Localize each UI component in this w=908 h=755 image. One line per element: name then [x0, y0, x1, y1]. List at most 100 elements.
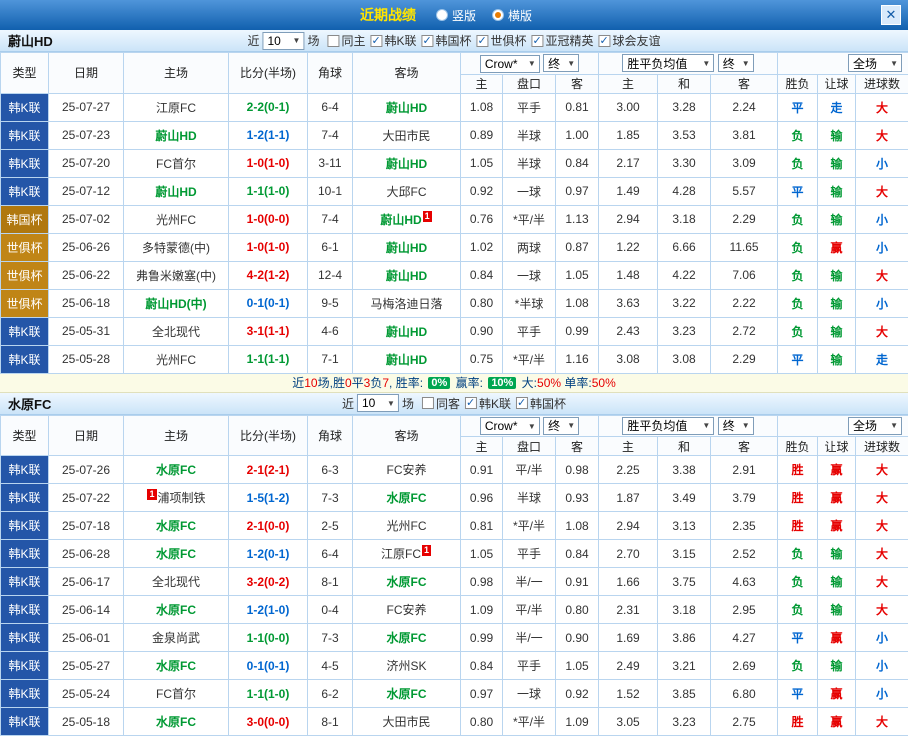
filter-checkbox-韩国杯[interactable]: 韩国杯 [422, 32, 472, 49]
col-date: 日期 [49, 415, 124, 456]
filter-checkbox-同主[interactable]: 同主 [327, 32, 365, 49]
cell-odds-home: 0.75 [461, 345, 503, 373]
match-row: 韩K联 25-07-18 水原FC 2-1(0-0) 2-5 光州FC 0.81… [1, 512, 908, 540]
cell-league: 韩国杯 [1, 205, 49, 233]
cell-result: 负 [778, 540, 818, 568]
matches-body: 韩K联 25-07-26 水原FC 2-1(2-1) 6-3 FC安养 0.91… [1, 456, 908, 736]
cell-home: 弗鲁米嫩塞(中) [124, 261, 229, 289]
team-label: 多特蒙德(中) [142, 241, 210, 255]
odds-source-select[interactable]: Crow*▼ [480, 417, 540, 435]
scope-value: 全场 [853, 55, 877, 72]
cell-handicap-result: 赢 [818, 484, 856, 512]
filter-checkbox-韩K联[interactable]: 韩K联 [370, 32, 416, 49]
cell-avg-away: 6.80 [711, 680, 778, 708]
cell-odds-home: 0.91 [461, 456, 503, 484]
avg-time-value: 终 [723, 55, 735, 72]
cell-score: 0-1(0-1) [229, 652, 308, 680]
cell-handicap-result: 输 [818, 121, 856, 149]
avg-time-select[interactable]: 终▼ [718, 417, 754, 435]
cell-handicap-result: 输 [818, 568, 856, 596]
cell-result: 平 [778, 93, 818, 121]
cell-odds-home: 0.80 [461, 708, 503, 736]
cell-score: 1-0(1-0) [229, 233, 308, 261]
cell-goals-result: 大 [856, 121, 908, 149]
team-label: 光州FC [156, 353, 196, 367]
cell-date: 25-07-18 [49, 512, 124, 540]
cell-avg-away: 2.29 [711, 345, 778, 373]
match-count-select[interactable]: 10▼ [262, 32, 304, 50]
odds-time-select[interactable]: 终▼ [543, 417, 579, 435]
radio-vertical-layout[interactable]: 竖版 [436, 7, 476, 24]
cell-league: 韩K联 [1, 484, 49, 512]
radio-horizontal-layout[interactable]: 横版 [492, 7, 532, 24]
filter-checkbox-球会友谊[interactable]: 球会友谊 [599, 32, 661, 49]
cell-avg-home: 3.08 [599, 345, 658, 373]
cell-goals-result: 小 [856, 233, 908, 261]
team-name: 水原FC [8, 394, 51, 413]
cell-result: 负 [778, 233, 818, 261]
match-count-select[interactable]: 10▼ [357, 394, 399, 412]
col-home: 主场 [124, 415, 229, 456]
cell-avg-away: 2.72 [711, 317, 778, 345]
cell-result: 胜 [778, 484, 818, 512]
scope-select[interactable]: 全场▼ [848, 417, 902, 435]
team-label: 大邱FC [387, 185, 427, 199]
scope-group-header: 全场▼ [778, 53, 908, 75]
cell-goals-result: 小 [856, 289, 908, 317]
cell-away: 大田市民 [353, 121, 461, 149]
cell-avg-home: 3.00 [599, 93, 658, 121]
cell-corner: 7-4 [308, 121, 353, 149]
avg-time-select[interactable]: 终▼ [718, 54, 754, 72]
cell-odds-home: 0.89 [461, 121, 503, 149]
checkbox-checked-icon [422, 35, 434, 47]
cell-score: 2-1(2-1) [229, 456, 308, 484]
cell-date: 25-06-18 [49, 289, 124, 317]
cell-avg-draw: 6.66 [658, 233, 711, 261]
chevron-down-icon: ▼ [742, 59, 750, 68]
cell-away: 水原FC [353, 568, 461, 596]
cell-handicap-result: 输 [818, 317, 856, 345]
cell-away: 马梅洛迪日落 [353, 289, 461, 317]
cell-odds-home: 0.81 [461, 512, 503, 540]
filter-checkbox-韩K联[interactable]: 韩K联 [465, 395, 511, 412]
cell-goals-result: 大 [856, 177, 908, 205]
cell-avg-draw: 3.18 [658, 596, 711, 624]
filter-checkbox-世俱杯[interactable]: 世俱杯 [477, 32, 527, 49]
odds-group-header: Crow*▼ 终▼ [461, 415, 599, 437]
filter-checkbox-韩国杯[interactable]: 韩国杯 [516, 395, 566, 412]
cell-avg-draw: 3.18 [658, 205, 711, 233]
cell-odds-line: 平手 [503, 317, 556, 345]
col-result: 胜负 [778, 74, 818, 93]
cell-odds-away: 0.87 [556, 233, 599, 261]
cell-home: 光州FC [124, 205, 229, 233]
cell-score: 2-2(0-1) [229, 93, 308, 121]
col-avg-home: 主 [599, 437, 658, 456]
filter-checkbox-亚冠精英[interactable]: 亚冠精英 [532, 32, 594, 49]
cell-avg-home: 2.31 [599, 596, 658, 624]
cell-score: 1-2(0-1) [229, 540, 308, 568]
team-label: 水原FC [156, 547, 196, 561]
filter-checkbox-同客[interactable]: 同客 [422, 395, 460, 412]
chevron-down-icon: ▼ [742, 421, 750, 430]
avg-select[interactable]: 胜平负均值▼ [622, 54, 714, 72]
match-count-value: 10 [267, 34, 280, 48]
cell-date: 25-06-22 [49, 261, 124, 289]
cell-avg-home: 1.48 [599, 261, 658, 289]
scope-select[interactable]: 全场▼ [848, 54, 902, 72]
cell-corner: 4-6 [308, 317, 353, 345]
avg-select[interactable]: 胜平负均值▼ [622, 417, 714, 435]
red-card-badge: 1 [422, 545, 431, 556]
cell-avg-draw: 3.15 [658, 540, 711, 568]
cell-goals-result: 大 [856, 512, 908, 540]
close-icon[interactable]: ✕ [881, 5, 901, 25]
checkbox-checked-icon [465, 397, 477, 409]
odds-time-value: 终 [548, 417, 560, 434]
cell-corner: 7-3 [308, 624, 353, 652]
cell-avg-away: 3.09 [711, 149, 778, 177]
filter-near-label: 近 [247, 32, 259, 49]
cell-away: 蔚山HD [353, 345, 461, 373]
team-label: 金泉尚武 [152, 631, 200, 645]
odds-source-select[interactable]: Crow*▼ [480, 55, 540, 73]
odds-time-select[interactable]: 终▼ [543, 54, 579, 72]
scope-group-header: 全场▼ [778, 415, 908, 437]
